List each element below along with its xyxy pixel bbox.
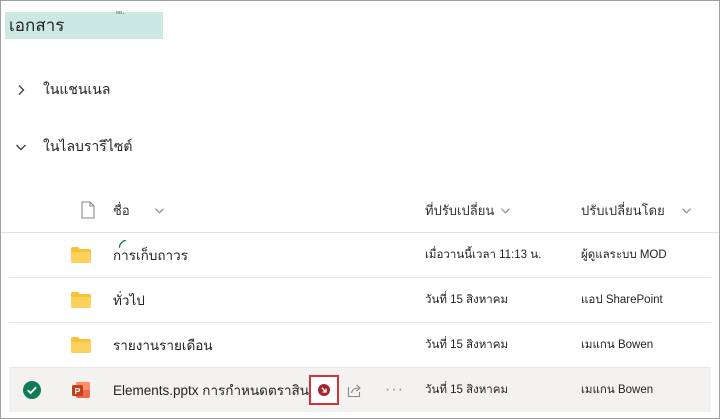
column-header-modified-by[interactable]: ปรับเปลี่ยนโดย (581, 188, 692, 232)
folder-icon (71, 323, 91, 367)
file-name-link[interactable]: Elements.pptx การกำหนดตราสินค้า (113, 368, 326, 412)
column-header-modified-by-label: ปรับเปลี่ยนโดย (581, 202, 665, 218)
table-row[interactable]: การเก็บถาวร เมื่อวานนี้เวลา 11:13 น. ผู้… (9, 233, 711, 278)
download-icon (318, 384, 330, 396)
file-name-link[interactable]: รายงานรายเดือน (113, 323, 213, 367)
modified-by: เมแกน Bowen (581, 384, 654, 396)
modified-date: วันที่ 15 สิงหาคม (425, 339, 509, 351)
column-header-modified-label: ที่ปรับเปลี่ยน (425, 202, 495, 218)
table-row-selected[interactable]: P Elements.pptx การกำหนดตราสินค้า ··· วั… (9, 368, 711, 412)
modified-by: ผู้ดูแลระบบ MOD (581, 249, 667, 261)
share-button[interactable] (347, 382, 363, 398)
modified-by: แอป SharePoint (581, 294, 663, 306)
modified-date: เมื่อวานนี้เวลา 11:13 น. (425, 249, 542, 261)
file-name-link[interactable]: ทั่วไป (113, 278, 145, 322)
svg-text:P: P (75, 386, 81, 396)
table-row[interactable]: ทั่วไป วันที่ 15 สิงหาคม แอป SharePoint (9, 278, 711, 323)
more-options-icon[interactable]: ··· (385, 381, 404, 399)
group-label: ในไลบรารีไซต์ (43, 138, 133, 154)
powerpoint-file-icon: P (71, 368, 91, 412)
row-checkbox[interactable] (23, 368, 41, 412)
column-header-name-label: ชื่อ (113, 202, 130, 218)
column-header-modified[interactable]: ที่ปรับเปลี่ยน (425, 188, 511, 232)
chevron-down-icon (501, 207, 511, 214)
chevron-down-icon (681, 207, 691, 214)
modified-date: วันที่ 15 สิงหาคม (425, 384, 509, 396)
column-header-row: ชื่อ ที่ปรับเปลี่ยน ปรับเปลี่ยนโดย (1, 188, 719, 233)
file-type-header[interactable] (71, 188, 95, 232)
group-in-channel[interactable]: ในแชนเนล (15, 79, 110, 101)
chevron-right-icon (18, 85, 25, 95)
chevron-down-icon (16, 144, 26, 151)
group-label: ในแชนเนล (43, 81, 111, 97)
table-row[interactable]: รายงานรายเดือน วันที่ 15 สิงหาคม เมแกน B… (9, 323, 711, 368)
highlighted-action-button[interactable] (309, 375, 339, 405)
group-in-site-library[interactable]: ในไลบรารีไซต์ (15, 136, 132, 158)
library-title-tag: ᵒᵒ· (116, 9, 125, 18)
folder-icon (71, 278, 91, 322)
share-icon (347, 384, 361, 398)
row-actions: ··· (309, 368, 404, 412)
checkmark-circle-icon (23, 381, 41, 399)
column-header-name[interactable]: ชื่อ (113, 188, 165, 232)
document-icon (81, 201, 95, 219)
modified-date: วันที่ 15 สิงหาคม (425, 294, 509, 306)
file-name-link[interactable]: การเก็บถาวร (113, 233, 188, 277)
modified-by: เมแกน Bowen (581, 339, 654, 351)
chevron-down-icon (154, 207, 164, 214)
document-library: เอกสาร ᵒᵒ· ในแชนเนล ในไลบรารีไซต์ ชื่อ ท… (0, 0, 720, 419)
folder-icon (71, 233, 91, 277)
library-title[interactable]: เอกสาร (5, 12, 163, 39)
